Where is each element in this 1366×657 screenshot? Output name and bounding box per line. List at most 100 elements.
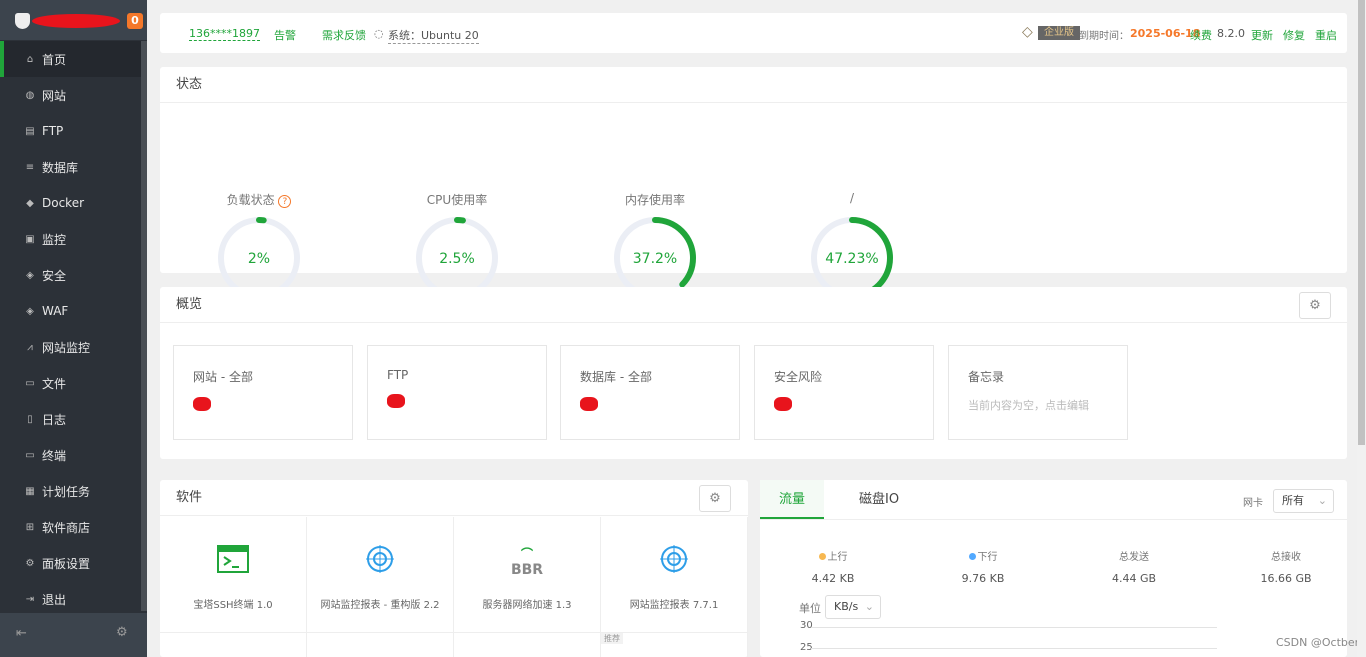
- tab-disk-io[interactable]: 磁盘IO: [859, 480, 899, 519]
- software-tile-empty[interactable]: [454, 633, 601, 657]
- redaction: [387, 394, 405, 408]
- traffic-stat: 下行 9.76 KB: [923, 548, 1043, 585]
- gauge-label: CPU使用率: [407, 191, 507, 211]
- recommend-tag: 推荐: [601, 633, 623, 644]
- stat-value: 4.44 GB: [1111, 572, 1157, 585]
- sidebar-item-label: 监控: [42, 232, 67, 247]
- shield-icon: ◈: [26, 269, 34, 281]
- sidebar-item[interactable]: ⊞ 软件商店: [0, 509, 141, 545]
- sidebar-item[interactable]: ▭ 终端: [0, 437, 141, 473]
- software-tile[interactable]: ⌒ BBR 服务器网络加速 1.3: [454, 517, 601, 633]
- sidebar-item[interactable]: ◆ Docker: [0, 185, 141, 221]
- gauge-value: 37.2%: [633, 251, 677, 267]
- account-link[interactable]: 136****1897: [189, 27, 260, 41]
- sidebar-item[interactable]: ◍ 网站: [0, 77, 141, 113]
- sidebar-item[interactable]: ⌂ 首页: [0, 41, 141, 77]
- sidebar-item-label: 网站: [42, 88, 67, 103]
- software-tile-empty[interactable]: [160, 633, 307, 657]
- overview-settings-button[interactable]: ⚙: [1299, 292, 1331, 319]
- software-settings-button[interactable]: ⚙: [699, 485, 731, 512]
- traffic-stat: 总接收 16.66 GB: [1226, 548, 1346, 585]
- restart-link[interactable]: 重启: [1315, 27, 1337, 43]
- overview-box[interactable]: 数据库 - 全部: [560, 345, 740, 440]
- sidebar-item-label: FTP: [42, 124, 64, 138]
- status-title: 状态: [160, 67, 1347, 103]
- sidebar-item[interactable]: ≡ 数据库: [0, 149, 141, 185]
- sidebar-item[interactable]: ◈ WAF: [0, 293, 141, 329]
- sidebar-item[interactable]: ▦ 计划任务: [0, 473, 141, 509]
- overview-box[interactable]: 安全风险: [754, 345, 934, 440]
- software-tile[interactable]: 网站监控报表 7.7.1: [601, 517, 748, 633]
- overview-box-label: FTP: [387, 368, 409, 382]
- gauge-title: 负载状态: [226, 193, 275, 207]
- software-tile-empty[interactable]: [307, 633, 454, 657]
- software-tile[interactable]: 网站监控报表 - 重构版 2.2: [307, 517, 454, 633]
- traffic-stat: 上行 4.42 KB: [773, 548, 893, 585]
- sidebar-item[interactable]: ⇥ 退出: [0, 581, 141, 617]
- folder-icon: ▭: [25, 377, 35, 389]
- gauge-value: 2.5%: [439, 251, 475, 267]
- version: 8.2.0: [1217, 27, 1245, 40]
- help-icon[interactable]: ?: [278, 195, 292, 208]
- renew-link[interactable]: 续费: [1190, 27, 1212, 43]
- sidebar-item[interactable]: ▭ 文件: [0, 365, 141, 401]
- overview-box-label: 网站 - 全部: [193, 370, 253, 384]
- stat-value: 4.42 KB: [811, 572, 855, 585]
- update-link[interactable]: 更新: [1251, 27, 1273, 43]
- repair-link[interactable]: 修复: [1283, 27, 1305, 43]
- traffic-stat: 总发送 4.44 GB: [1074, 548, 1194, 585]
- sidebar-item-label: 日志: [42, 412, 67, 427]
- overview-box[interactable]: 备忘录 当前内容为空，点击编辑: [948, 345, 1128, 440]
- software-icon: [160, 545, 306, 573]
- sidebar-item[interactable]: ⩘ 网站监控: [0, 329, 141, 365]
- gauge-label: /: [802, 191, 902, 211]
- software-tile-empty[interactable]: [601, 633, 748, 657]
- sidebar-item[interactable]: ◈ 安全: [0, 257, 141, 293]
- store-icon: ⊞: [25, 521, 35, 533]
- system-info: 系统：Ubuntu 20: [388, 29, 479, 44]
- status-panel: 状态 负载状态 ? 2% 运行流畅CPU使用率 2.5% 内存使用率 37.2%…: [160, 67, 1347, 322]
- overview-box[interactable]: 网站 - 全部: [173, 345, 353, 440]
- sidebar-item-label: 数据库: [42, 160, 79, 175]
- software-title: 软件: [160, 480, 748, 516]
- software-name: 宝塔SSH终端 1.0: [193, 600, 273, 611]
- diamond-icon: ◇: [1022, 24, 1033, 40]
- gear-icon: ⚙: [25, 557, 35, 569]
- gauge-label: 负载状态 ?: [209, 191, 309, 211]
- overview-box-label: 备忘录: [968, 370, 1005, 384]
- legend-dot: [968, 553, 976, 560]
- nic-select[interactable]: 所有 ⌄: [1273, 489, 1334, 513]
- sidebar-item[interactable]: ▤ FTP: [0, 113, 141, 149]
- chevron-down-icon: ⌄: [1317, 494, 1327, 507]
- settings-icon[interactable]: ⚙: [116, 625, 128, 640]
- sidebar-item[interactable]: ▯ 日志: [0, 401, 141, 437]
- sidebar-item[interactable]: ⚙ 面板设置: [0, 545, 141, 581]
- software-name: 网站监控报表 7.7.1: [629, 600, 719, 611]
- radar-icon: [660, 545, 688, 573]
- sidebar-item-label: 文件: [42, 376, 67, 391]
- overview-title: 概览: [160, 287, 1347, 323]
- sidebar-item[interactable]: ▣ 监控: [0, 221, 141, 257]
- gauge-value: 47.23%: [825, 251, 878, 267]
- sidebar-scrollbar[interactable]: [141, 41, 147, 611]
- page-scrollbar[interactable]: [1357, 0, 1366, 657]
- notification-badge[interactable]: 0: [127, 13, 143, 29]
- nic-select-value: 所有: [1282, 494, 1304, 507]
- terminal-icon: [217, 545, 249, 573]
- stat-label: 下行: [977, 552, 998, 563]
- alert-link[interactable]: 告警: [274, 27, 296, 43]
- expire-label: 到期时间：: [1079, 31, 1129, 42]
- overview-box[interactable]: FTP: [367, 345, 547, 440]
- feedback-link[interactable]: 需求反馈: [322, 27, 366, 43]
- redaction: [580, 397, 598, 411]
- unit-select[interactable]: KB/s ⌄: [825, 595, 881, 619]
- overview-box-label: 安全风险: [774, 370, 823, 384]
- stat-value: 9.76 KB: [961, 572, 1005, 585]
- redaction: [32, 14, 120, 28]
- sidebar-item-label: 软件商店: [42, 520, 91, 535]
- tab-traffic[interactable]: 流量: [760, 480, 824, 519]
- overview-panel: 概览 ⚙ 网站 - 全部 FTP 数据库 - 全部 安全风险 备忘录 当前内容为空，点击编…: [160, 287, 1347, 459]
- software-tile[interactable]: 宝塔SSH终端 1.0: [160, 517, 307, 633]
- sidebar-item-label: 首页: [42, 52, 67, 67]
- collapse-icon[interactable]: ⇤: [16, 626, 27, 641]
